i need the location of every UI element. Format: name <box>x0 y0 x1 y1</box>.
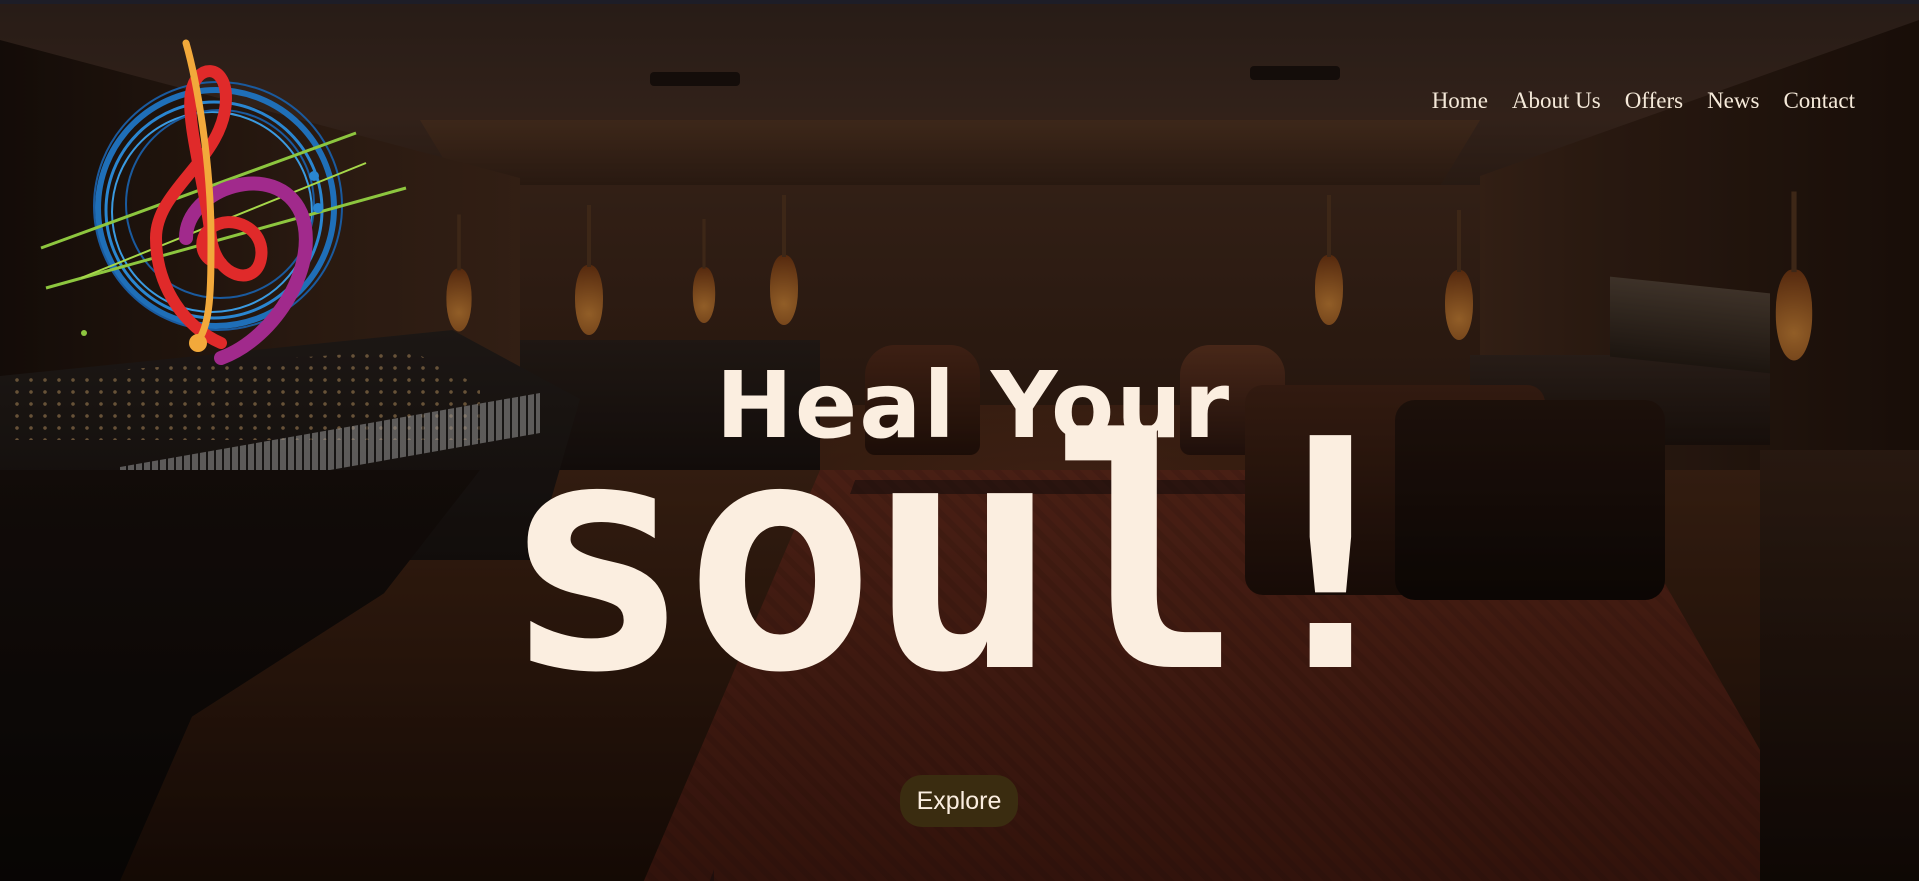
nav-home[interactable]: Home <box>1432 88 1488 114</box>
nav-contact[interactable]: Contact <box>1783 88 1855 114</box>
hero-section: Home About Us Offers News Contact Heal Y… <box>0 0 1919 881</box>
main-nav: Home About Us Offers News Contact <box>1432 88 1855 114</box>
nav-offers[interactable]: Offers <box>1625 88 1683 114</box>
explore-button[interactable]: Explore <box>900 775 1018 827</box>
treble-bass-clef-logo-icon[interactable] <box>36 38 416 368</box>
nav-news[interactable]: News <box>1707 88 1759 114</box>
hero-headline-line2: soul! <box>500 372 1426 742</box>
nav-about-us[interactable]: About Us <box>1512 88 1601 114</box>
